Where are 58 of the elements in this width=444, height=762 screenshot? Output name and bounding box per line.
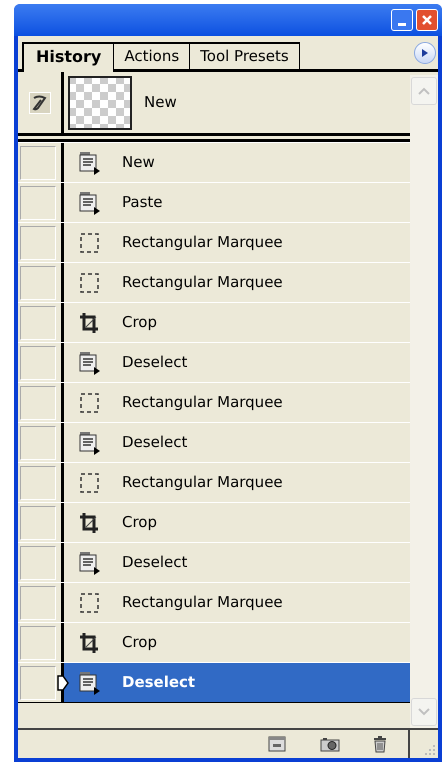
document-icon xyxy=(78,150,102,174)
history-item[interactable]: Rectangular Marquee xyxy=(64,463,410,502)
close-icon xyxy=(421,14,433,26)
snapshot-thumbnail[interactable] xyxy=(68,76,132,130)
document-icon xyxy=(78,550,102,574)
triangle-right-icon xyxy=(422,49,428,57)
chevron-down-icon xyxy=(418,708,430,716)
history-item[interactable]: Rectangular Marquee xyxy=(64,223,410,262)
dashed-rectangle-icon xyxy=(78,390,102,414)
history-item[interactable]: Deselect xyxy=(64,543,410,582)
dashed-rectangle-icon xyxy=(78,230,102,254)
dashed-rectangle-icon xyxy=(78,270,102,294)
minimize-button[interactable] xyxy=(391,9,413,31)
scroll-down-button[interactable] xyxy=(411,698,437,726)
history-item[interactable]: Rectangular Marquee xyxy=(64,583,410,622)
history-item[interactable]: New xyxy=(64,143,410,182)
dashed-rectangle-icon xyxy=(78,470,102,494)
new-document-icon[interactable] xyxy=(268,736,286,752)
history-brush-source-box[interactable] xyxy=(20,466,56,500)
history-brush-source-box[interactable] xyxy=(20,626,56,660)
history-item[interactable]: Crop xyxy=(64,503,410,542)
document-icon xyxy=(78,430,102,454)
panel-menu-button[interactable] xyxy=(414,42,436,64)
brush-icon[interactable] xyxy=(28,92,50,114)
history-brush-source-box[interactable] xyxy=(20,146,56,180)
history-item[interactable]: Rectangular Marquee xyxy=(64,383,410,422)
history-brush-source-box[interactable] xyxy=(20,346,56,380)
history-brush-source-box[interactable] xyxy=(20,186,56,220)
history-brush-source-box[interactable] xyxy=(20,266,56,300)
history-brush-source-box[interactable] xyxy=(20,546,56,580)
trash-icon[interactable] xyxy=(372,735,388,753)
history-brush-source-box[interactable] xyxy=(20,586,56,620)
history-item[interactable]: Deselect xyxy=(64,343,410,382)
history-brush-source-box[interactable] xyxy=(20,386,56,420)
history-item[interactable]: Deselect xyxy=(64,663,410,702)
panel-tab[interactable]: History xyxy=(22,42,114,72)
history-brush-source-box[interactable] xyxy=(20,426,56,460)
scroll-up-button[interactable] xyxy=(411,77,437,105)
history-state-marker-icon[interactable] xyxy=(57,675,69,691)
resize-grip-icon[interactable] xyxy=(424,744,436,756)
document-icon xyxy=(78,190,102,214)
panel-tab[interactable]: Actions xyxy=(114,42,190,69)
snapshot-label: New xyxy=(144,92,177,114)
history-item[interactable]: Paste xyxy=(64,183,410,222)
history-item[interactable]: Crop xyxy=(64,623,410,662)
history-item[interactable]: Deselect xyxy=(64,423,410,462)
dashed-rectangle-icon xyxy=(78,590,102,614)
document-icon xyxy=(78,350,102,374)
history-brush-source-box[interactable] xyxy=(20,226,56,260)
history-brush-source-box[interactable] xyxy=(20,306,56,340)
history-brush-source-box[interactable] xyxy=(20,506,56,540)
history-item[interactable]: Rectangular Marquee xyxy=(64,263,410,302)
camera-icon[interactable] xyxy=(320,736,340,752)
panel-tab[interactable]: Tool Presets xyxy=(190,42,300,69)
history-item[interactable]: Crop xyxy=(64,303,410,342)
document-icon xyxy=(78,670,102,694)
chevron-up-icon xyxy=(418,87,430,95)
close-button[interactable] xyxy=(416,9,438,31)
